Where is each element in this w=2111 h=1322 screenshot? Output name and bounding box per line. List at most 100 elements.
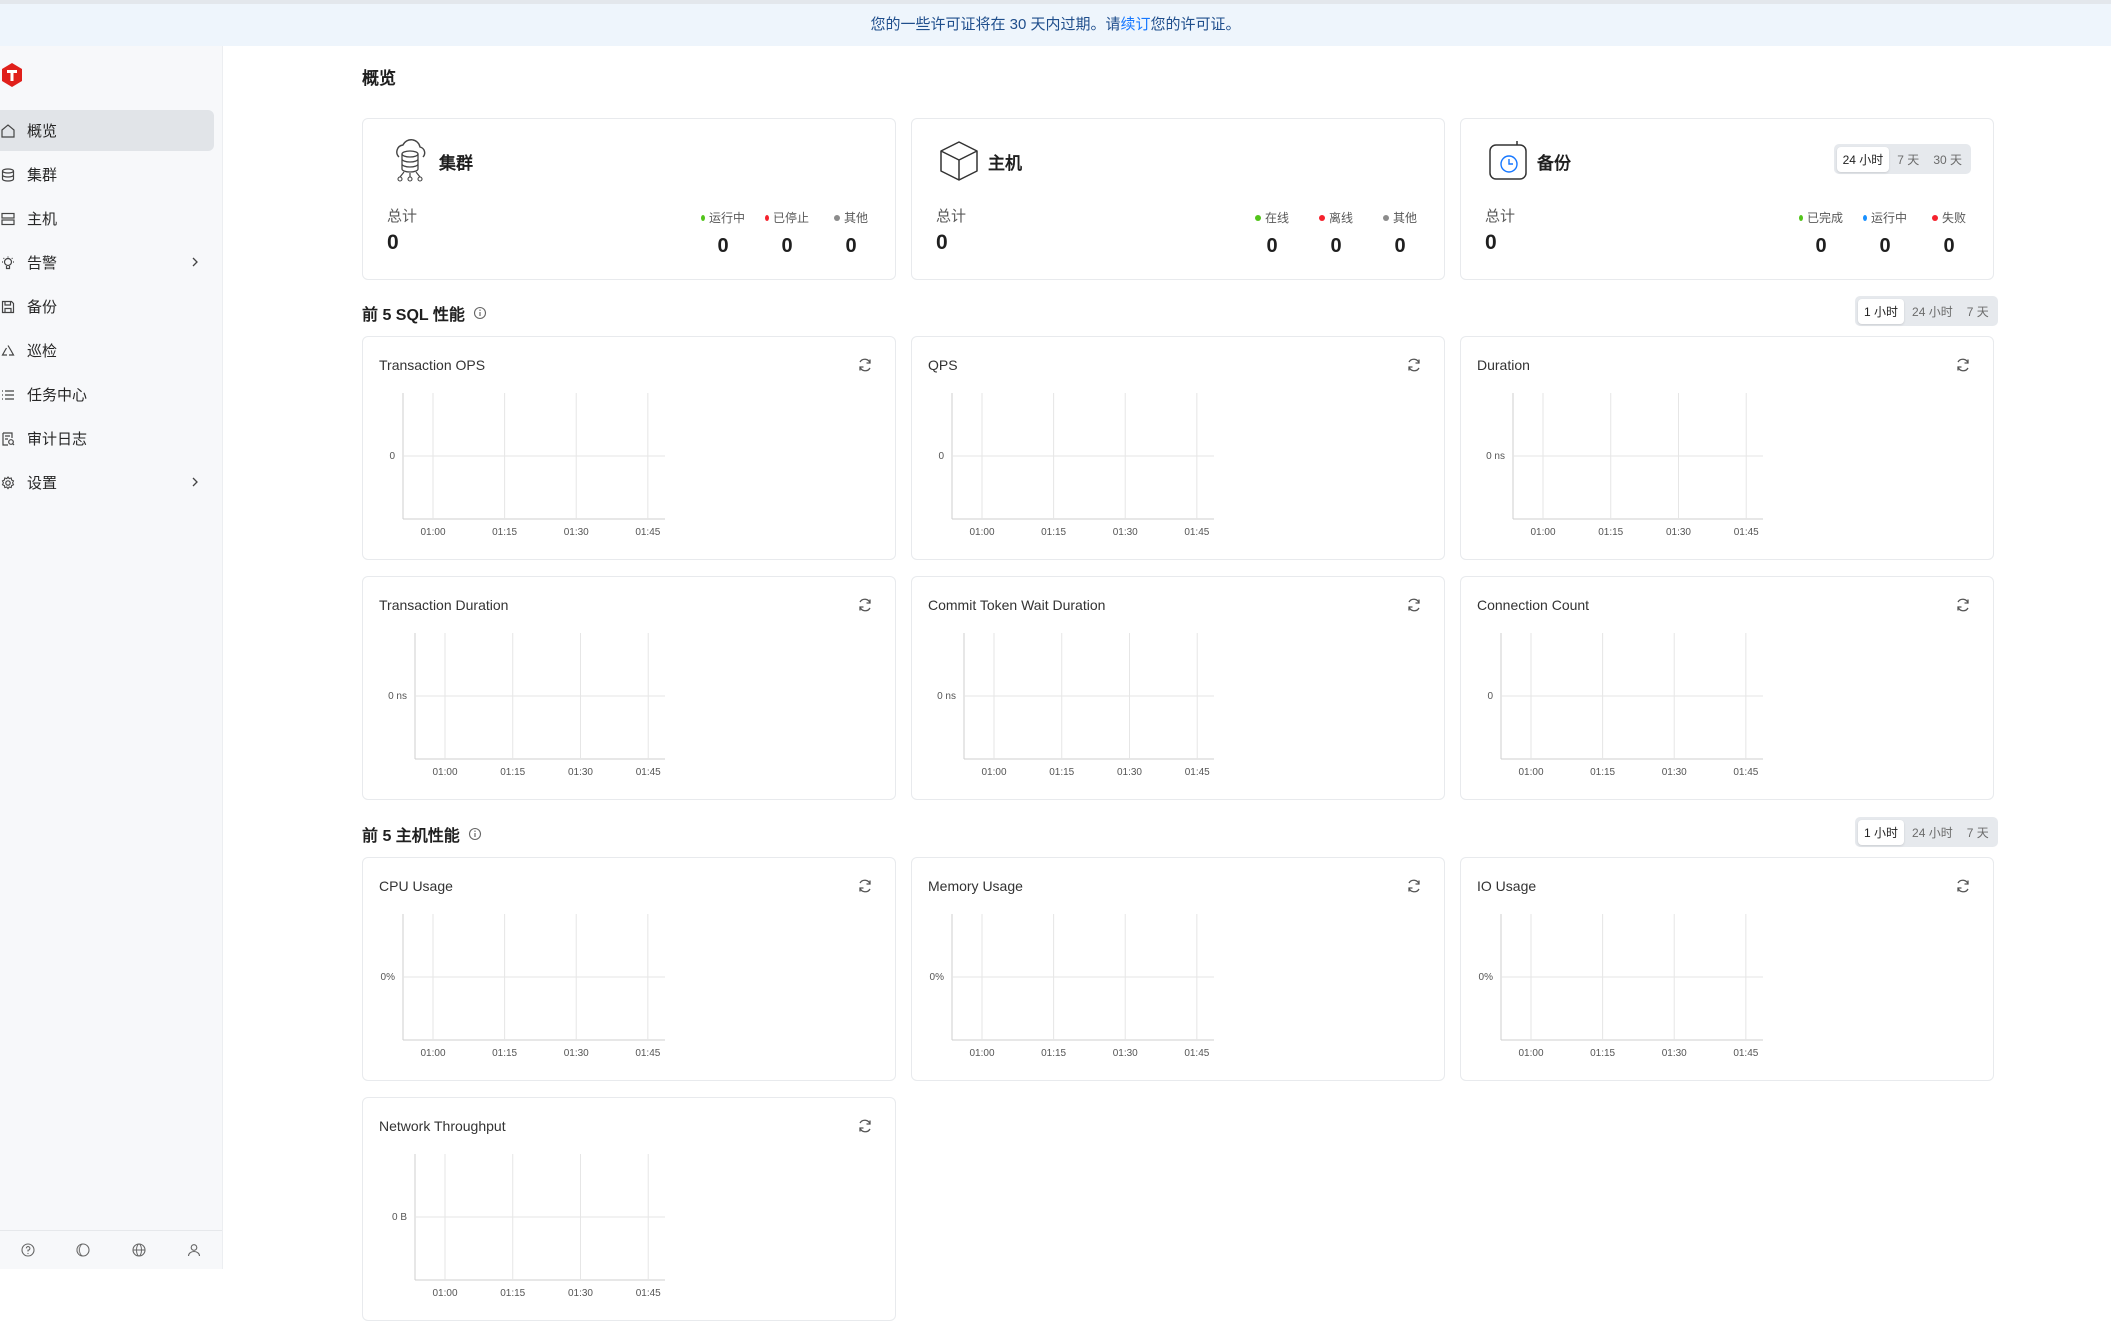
- sidebar-item-inspection[interactable]: 巡检: [0, 330, 214, 371]
- cpu-usage-chart-card: CPU Usage 0% 01:00 01:15 01:30 01:45: [362, 857, 896, 1081]
- x-tick-label: 01:15: [1598, 527, 1623, 538]
- sidebar-item-alerts[interactable]: 告警: [0, 242, 214, 283]
- green-dot-icon: [701, 214, 705, 221]
- info-icon[interactable]: [473, 306, 487, 320]
- range-option[interactable]: 30 天: [1927, 147, 1968, 172]
- sidebar-item-audit-log[interactable]: 审计日志: [0, 418, 214, 459]
- chart-plot: 0 01:00 01:15 01:30 01:45: [938, 393, 1214, 538]
- green-dot-icon: [1799, 214, 1803, 221]
- range-option[interactable]: 1 小时: [1858, 819, 1905, 845]
- range-option[interactable]: 7 天: [1961, 820, 1995, 845]
- gray-dot-icon: [833, 214, 840, 221]
- chart-plot: 0% 01:00 01:15 01:30 01:45: [1479, 914, 1763, 1059]
- sidebar-item-clusters[interactable]: 集群: [0, 154, 214, 195]
- x-tick-label: 01:00: [420, 1048, 445, 1059]
- y-tick-label: 0: [389, 451, 395, 462]
- x-tick-label: 01:15: [1049, 767, 1074, 778]
- status-label: 其他: [843, 211, 868, 225]
- blue-dot-icon: [1863, 214, 1867, 221]
- x-tick-label: 01:45: [1733, 767, 1758, 778]
- x-tick-label: 01:45: [1184, 527, 1209, 538]
- sidebar-item-label: 巡检: [27, 343, 58, 360]
- cluster-stat-card: 集群 总计 0 运行中 0 已停止 0 其他 0: [362, 118, 896, 280]
- list-icon: [0, 387, 16, 403]
- x-tick-label: 01:00: [1518, 1048, 1543, 1059]
- status-value: 0: [1815, 235, 1827, 257]
- globe-icon[interactable]: [131, 1242, 147, 1258]
- status-label: 已停止: [772, 211, 809, 225]
- x-tick-label: 01:30: [568, 1288, 593, 1299]
- chart-plot: 0% 01:00 01:15 01:30 01:45: [930, 914, 1214, 1059]
- status-label: 失败: [1941, 211, 1966, 225]
- backup-range-selector: 24 小时 7 天 30 天: [1833, 144, 1971, 174]
- sidebar-item-task-center[interactable]: 任务中心: [0, 374, 214, 415]
- y-tick-label: 0 ns: [937, 691, 956, 702]
- status-stopped: 已停止 0: [765, 209, 809, 258]
- range-option[interactable]: 24 小时: [1906, 820, 1959, 845]
- recycle-icon: [0, 343, 16, 359]
- gray-dot-icon: [1382, 214, 1389, 221]
- red-dot-icon: [765, 214, 769, 221]
- y-tick-label: 0 ns: [388, 691, 407, 702]
- qps-chart-card: QPS 0 01:00 01:15 01:30 01:45: [911, 336, 1445, 560]
- total-label: 总计: [387, 208, 418, 225]
- status-value: 0: [1330, 235, 1342, 257]
- x-tick-label: 01:30: [568, 767, 593, 778]
- x-tick-label: 01:15: [500, 767, 525, 778]
- host-section-title: 前 5 主机性能: [362, 822, 482, 846]
- status-legend: 已完成 0 运行中 0 失败 0: [1799, 209, 1971, 258]
- info-icon[interactable]: [468, 827, 482, 841]
- status-label: 已完成: [1806, 211, 1843, 225]
- sidebar-item-hosts[interactable]: 主机: [0, 198, 214, 239]
- status-offline: 离线 0: [1314, 209, 1358, 258]
- host-cube-icon: [938, 139, 980, 183]
- sql-range-selector: 1 小时 24 小时 7 天: [1855, 296, 1998, 326]
- sidebar-item-label: 概览: [27, 123, 58, 140]
- sidebar-item-label: 备份: [27, 299, 58, 316]
- range-option[interactable]: 7 天: [1961, 299, 1995, 324]
- theme-icon[interactable]: [75, 1242, 91, 1258]
- chart-plot: 0 B 01:00 01:15 01:30 01:45: [392, 1154, 665, 1299]
- transaction-duration-chart-card: Transaction Duration 0 ns 01:00 01:15 01:30 0…: [362, 576, 896, 800]
- x-tick-label: 01:30: [564, 1048, 589, 1059]
- renew-link[interactable]: 续订: [1121, 16, 1151, 33]
- status-online: 在线 0: [1250, 209, 1294, 258]
- chart-plot: 0% 01:00 01:15 01:30 01:45: [381, 914, 665, 1059]
- x-tick-label: 01:30: [1666, 527, 1691, 538]
- sidebar-footer: [0, 1230, 222, 1269]
- x-tick-label: 01:15: [1590, 767, 1615, 778]
- x-tick-label: 01:15: [1590, 1048, 1615, 1059]
- help-icon[interactable]: [20, 1242, 36, 1258]
- red-dot-icon: [1318, 214, 1325, 221]
- y-tick-label: 0%: [1479, 972, 1494, 983]
- x-tick-label: 01:00: [432, 1288, 457, 1299]
- sidebar-item-label: 告警: [27, 255, 58, 272]
- range-option[interactable]: 24 小时: [1906, 299, 1959, 324]
- y-tick-label: 0 ns: [1486, 451, 1505, 462]
- user-icon[interactable]: [186, 1242, 202, 1258]
- status-running: 运行中 0: [1863, 209, 1907, 258]
- backup-clock-icon: [1487, 139, 1529, 183]
- status-label: 在线: [1264, 211, 1289, 225]
- sidebar-item-label: 集群: [27, 167, 58, 184]
- status-value: 0: [717, 235, 729, 257]
- logo-icon[interactable]: [0, 62, 24, 88]
- sidebar-item-backups[interactable]: 备份: [0, 286, 214, 327]
- range-option[interactable]: 1 小时: [1858, 298, 1905, 324]
- x-tick-label: 01:45: [1734, 527, 1759, 538]
- memory-usage-chart-card: Memory Usage 0% 01:00 01:15 01:30 01:45: [911, 857, 1445, 1081]
- database-icon: [0, 167, 16, 183]
- green-dot-icon: [1254, 214, 1261, 221]
- total-value: 0: [936, 231, 948, 254]
- sidebar-item-settings[interactable]: 设置: [0, 462, 214, 503]
- sidebar-item-overview[interactable]: 概览: [0, 110, 214, 151]
- total-value: 0: [1485, 231, 1497, 254]
- total-value: 0: [387, 231, 399, 254]
- range-option[interactable]: 24 小时: [1836, 146, 1890, 172]
- status-value: 0: [781, 235, 793, 257]
- total-label: 总计: [1485, 208, 1516, 225]
- range-option[interactable]: 7 天: [1891, 147, 1925, 172]
- total-label: 总计: [936, 208, 967, 225]
- x-tick-label: 01:30: [1662, 1048, 1687, 1059]
- x-tick-label: 01:15: [1041, 527, 1066, 538]
